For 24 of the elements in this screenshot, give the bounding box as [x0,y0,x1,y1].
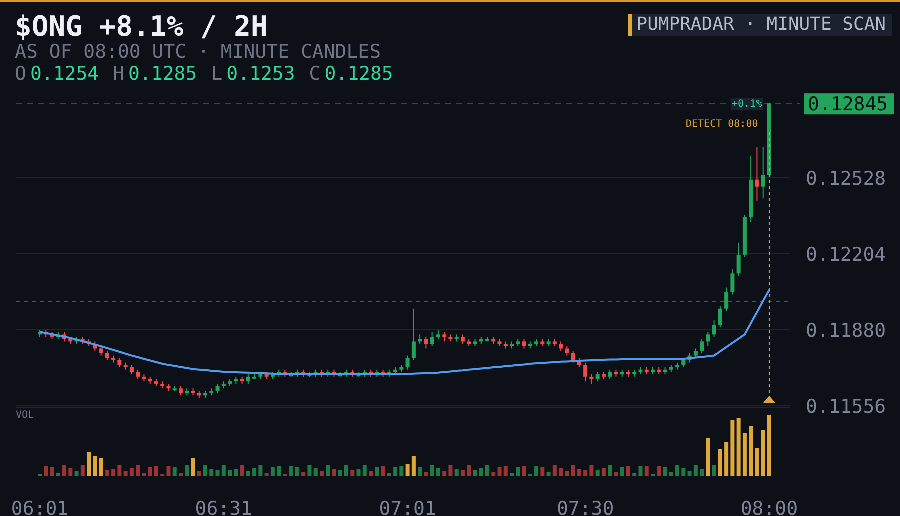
last-price-label: 0.12845 [804,94,894,116]
ohlc-label: O [15,63,26,85]
ohlc-value: 0.1285 [128,63,198,85]
ohlc-value: 0.1285 [324,63,394,85]
scanner-badge: PUMPRADAR · MINUTE SCAN [628,14,892,36]
axis-tick-label: 0.11880 [806,320,886,342]
axis-tick-label: 06:31 [195,498,252,516]
detection-label: DETECT 08:00 [686,119,758,130]
axis-tick-label: 06:01 [11,498,69,516]
axis-tick-label: 0.12528 [806,168,886,190]
axis-tick-label: 07:01 [379,498,436,516]
change-tag: +0.1% [731,98,763,110]
chart-subtitle: AS OF 08:00 UTC · MINUTE CANDLES [15,41,382,63]
volume-label: VOL [16,410,34,421]
ohlc-value: 0.1253 [226,63,296,85]
ohlc-label: C [309,63,321,85]
ohlc-value: 0.1254 [30,63,100,85]
chart-title: $ONG +8.1% / 2H [15,12,269,41]
axis-tick-label: 08:00 [740,498,798,516]
ohlc-label: L [211,63,223,85]
axis-tick-label: 0.12204 [806,244,886,266]
axis-tick-label: 07:30 [556,498,614,516]
axis-tick-label: 0.11556 [806,396,886,418]
ohlc-label: H [113,63,125,85]
